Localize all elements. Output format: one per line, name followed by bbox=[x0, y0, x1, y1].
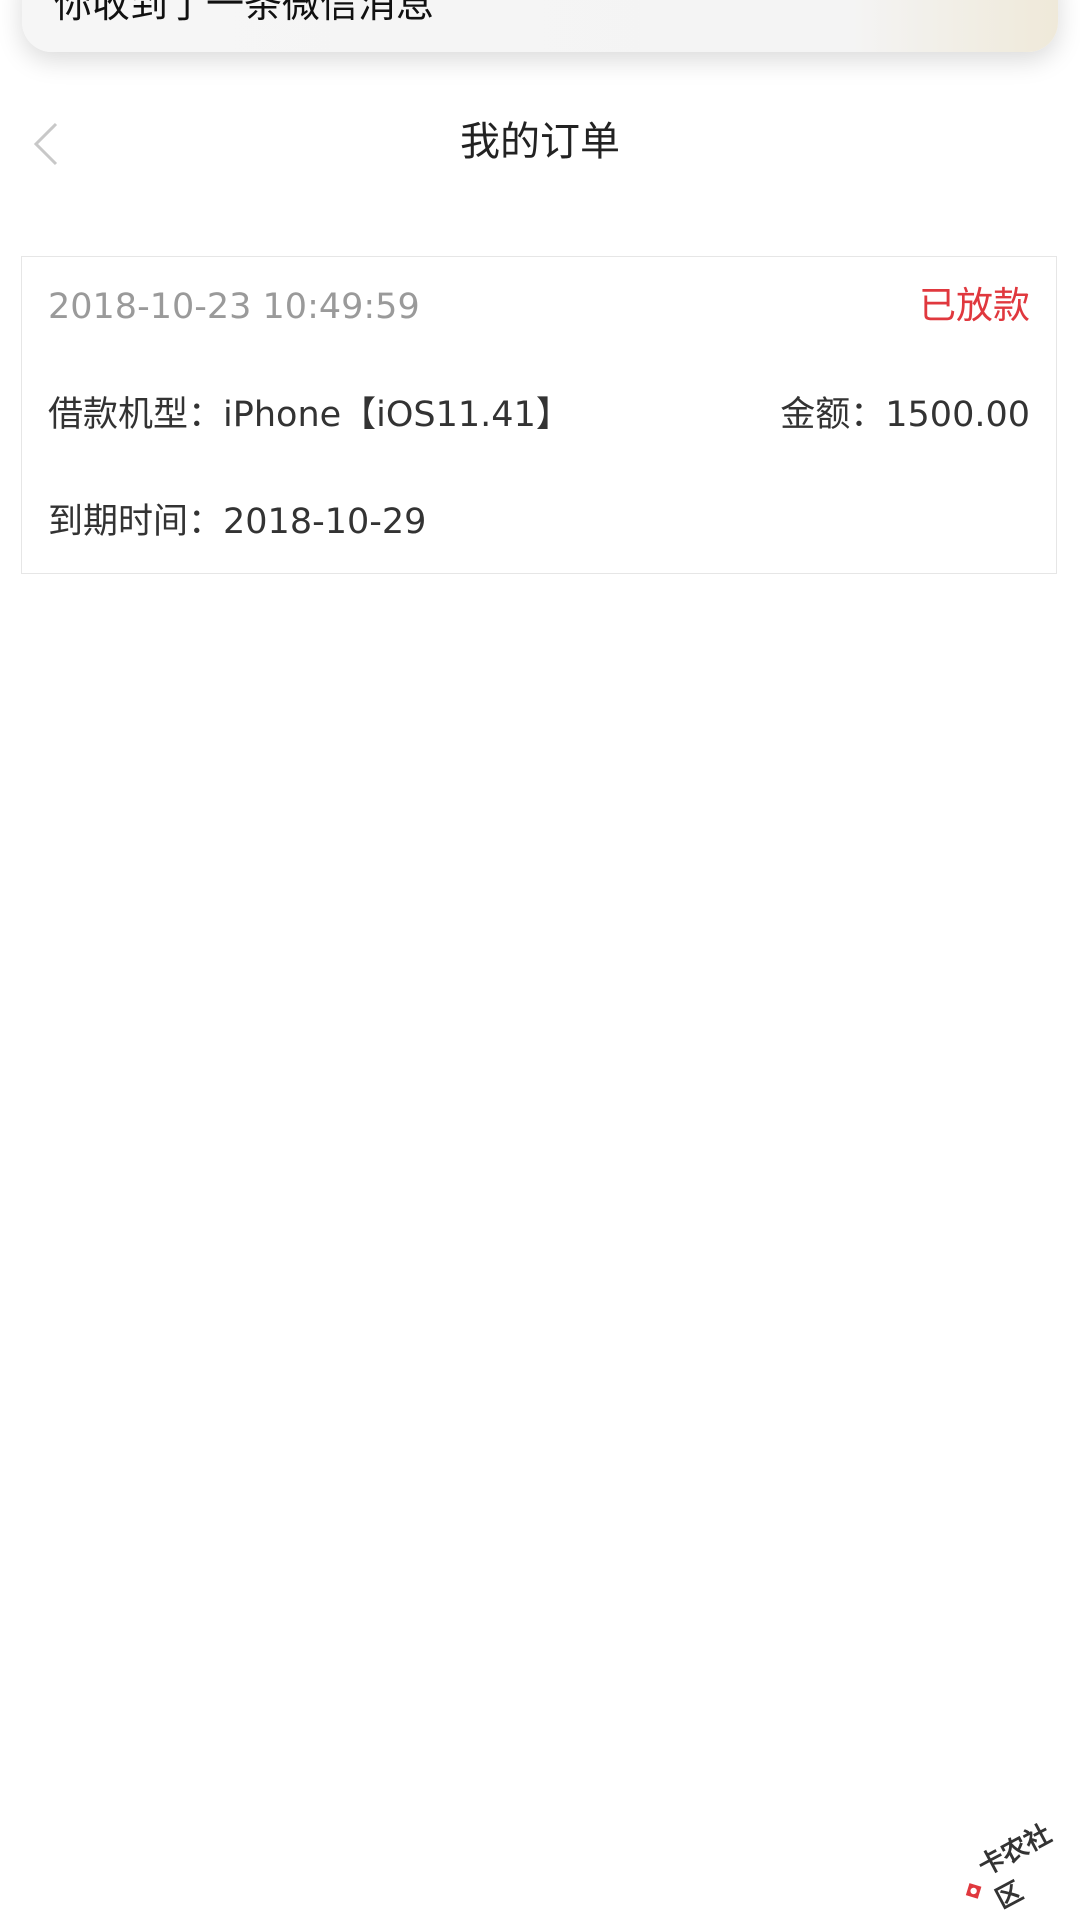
device-value: iPhone【iOS11.41】 bbox=[223, 395, 571, 435]
device-label: 借款机型： bbox=[48, 395, 224, 435]
due-row: 到期时间：2018-10-29 bbox=[48, 500, 426, 544]
page-title: 我的订单 bbox=[460, 119, 620, 165]
order-datetime: 2018-10-23 10:49:59 bbox=[48, 287, 420, 327]
device-row: 借款机型：iPhone【iOS11.41】 bbox=[48, 393, 571, 437]
amount-label: 金额： bbox=[780, 395, 886, 435]
watermark: 卡农社区 bbox=[946, 1809, 1080, 1931]
order-status-badge: 已放款 bbox=[919, 284, 1030, 327]
watermark-text: 卡农社区 bbox=[973, 1819, 1057, 1916]
nav-bar: 我的订单 bbox=[0, 100, 1080, 186]
notification-banner[interactable]: 你收到了一条微信消息 ⌁ bbox=[22, 0, 1058, 52]
banner-right-mark: ⌁ bbox=[1036, 0, 1052, 2]
order-card[interactable]: 2018-10-23 10:49:59 已放款 借款机型：iPhone【iOS1… bbox=[21, 256, 1057, 574]
notification-text: 你收到了一条微信消息 bbox=[54, 0, 435, 26]
amount-row: 金额：1500.00 bbox=[780, 393, 1030, 437]
due-value: 2018-10-29 bbox=[223, 502, 427, 542]
amount-value: 1500.00 bbox=[885, 395, 1030, 435]
due-label: 到期时间： bbox=[48, 502, 224, 542]
watermark-logo-icon bbox=[965, 1883, 982, 1899]
